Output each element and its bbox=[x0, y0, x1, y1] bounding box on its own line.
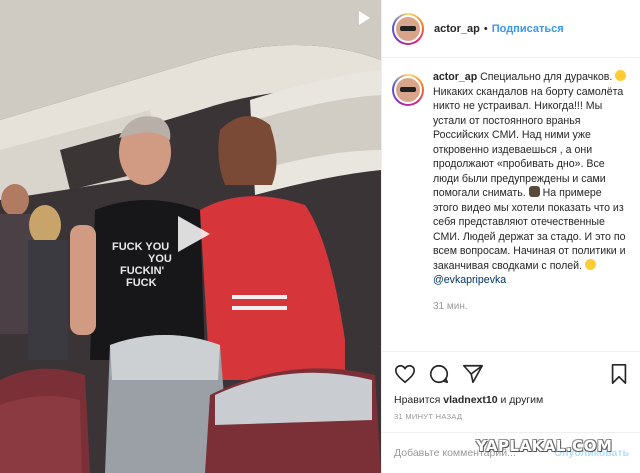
caption-area: actor_ap Специально для дурачков. Никаки… bbox=[382, 58, 640, 351]
bookmark-icon[interactable] bbox=[609, 363, 629, 385]
post-panel: actor_ap • Подписаться actor_ap Специаль… bbox=[381, 0, 640, 473]
post-timestamp[interactable]: 31 МИНУТ НАЗАД bbox=[394, 412, 629, 421]
caption-meta: 31 мин. bbox=[433, 300, 627, 315]
caption-line: видео мы хотели показать что из bbox=[461, 201, 624, 214]
post-header: actor_ap • Подписаться bbox=[382, 0, 640, 58]
video-badge-icon bbox=[359, 11, 370, 25]
shirt-text-3: FUCKIN' bbox=[120, 265, 165, 277]
caption-line: полей. bbox=[549, 259, 583, 272]
action-icons bbox=[394, 362, 629, 386]
likes-user[interactable]: vladnext10 bbox=[443, 394, 497, 406]
shirt-text-2: YOU bbox=[148, 253, 172, 265]
caption-author[interactable]: actor_ap bbox=[433, 71, 477, 83]
heart-icon[interactable] bbox=[394, 363, 416, 385]
caption-line: Никаких скандалов на борту bbox=[433, 85, 574, 98]
site-watermark: YAPLAKAL.COM bbox=[476, 437, 613, 455]
share-icon[interactable] bbox=[462, 363, 484, 385]
comment-icon[interactable] bbox=[428, 363, 450, 385]
author-avatar[interactable] bbox=[392, 12, 424, 45]
caption-line: себя представляют отечественные bbox=[433, 216, 605, 228]
caption-line: СМИ. Людей держат за стадо. И это bbox=[433, 230, 611, 243]
post-actions: Нравится vladnext10 и другим 31 МИНУТ НА… bbox=[382, 351, 640, 431]
separator-dot: • bbox=[483, 22, 488, 35]
smile-emoji-icon bbox=[584, 258, 596, 270]
shirt-text-4: FUCK bbox=[126, 277, 157, 289]
shirt-text-1: FUCK YOU bbox=[112, 241, 169, 253]
author-username[interactable]: actor_ap bbox=[434, 23, 480, 35]
smile-emoji-icon bbox=[615, 70, 627, 81]
caption-line: Специально для дурачков. bbox=[480, 71, 613, 83]
caption-line: снимать. bbox=[482, 187, 526, 199]
play-icon[interactable] bbox=[170, 212, 214, 256]
likes-line: Нравится vladnext10 и другим bbox=[394, 394, 629, 406]
likes-others[interactable]: и другим bbox=[500, 394, 543, 406]
likes-prefix: Нравится bbox=[394, 394, 441, 406]
caption-author-avatar[interactable] bbox=[392, 74, 424, 106]
caption-time[interactable]: 31 мин. bbox=[433, 301, 468, 312]
caption-text: actor_ap Специально для дурачков. Никаки… bbox=[433, 70, 627, 351]
follow-button[interactable]: Подписаться bbox=[492, 23, 564, 35]
monkey-emoji-icon bbox=[528, 186, 540, 197]
mention-link[interactable]: @evkapripevka bbox=[433, 274, 506, 286]
post-video[interactable]: FUCK YOU YOU FUCKIN' FUCK bbox=[0, 0, 381, 473]
